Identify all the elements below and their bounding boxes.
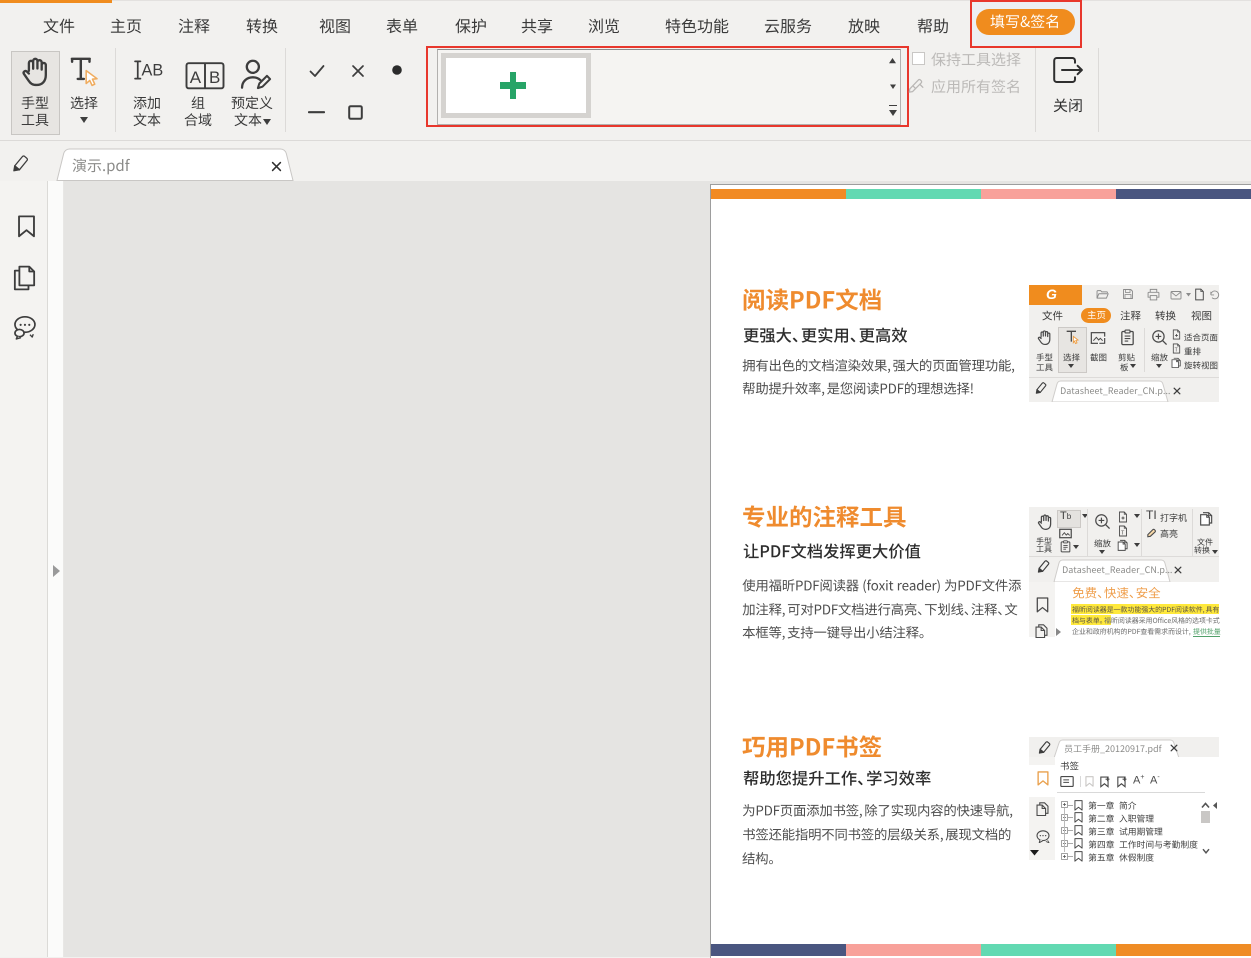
svg-text:A: A bbox=[190, 68, 202, 87]
svg-text:AB: AB bbox=[142, 61, 164, 79]
svg-text:T: T bbox=[1175, 348, 1178, 354]
svg-text:B: B bbox=[209, 68, 220, 87]
